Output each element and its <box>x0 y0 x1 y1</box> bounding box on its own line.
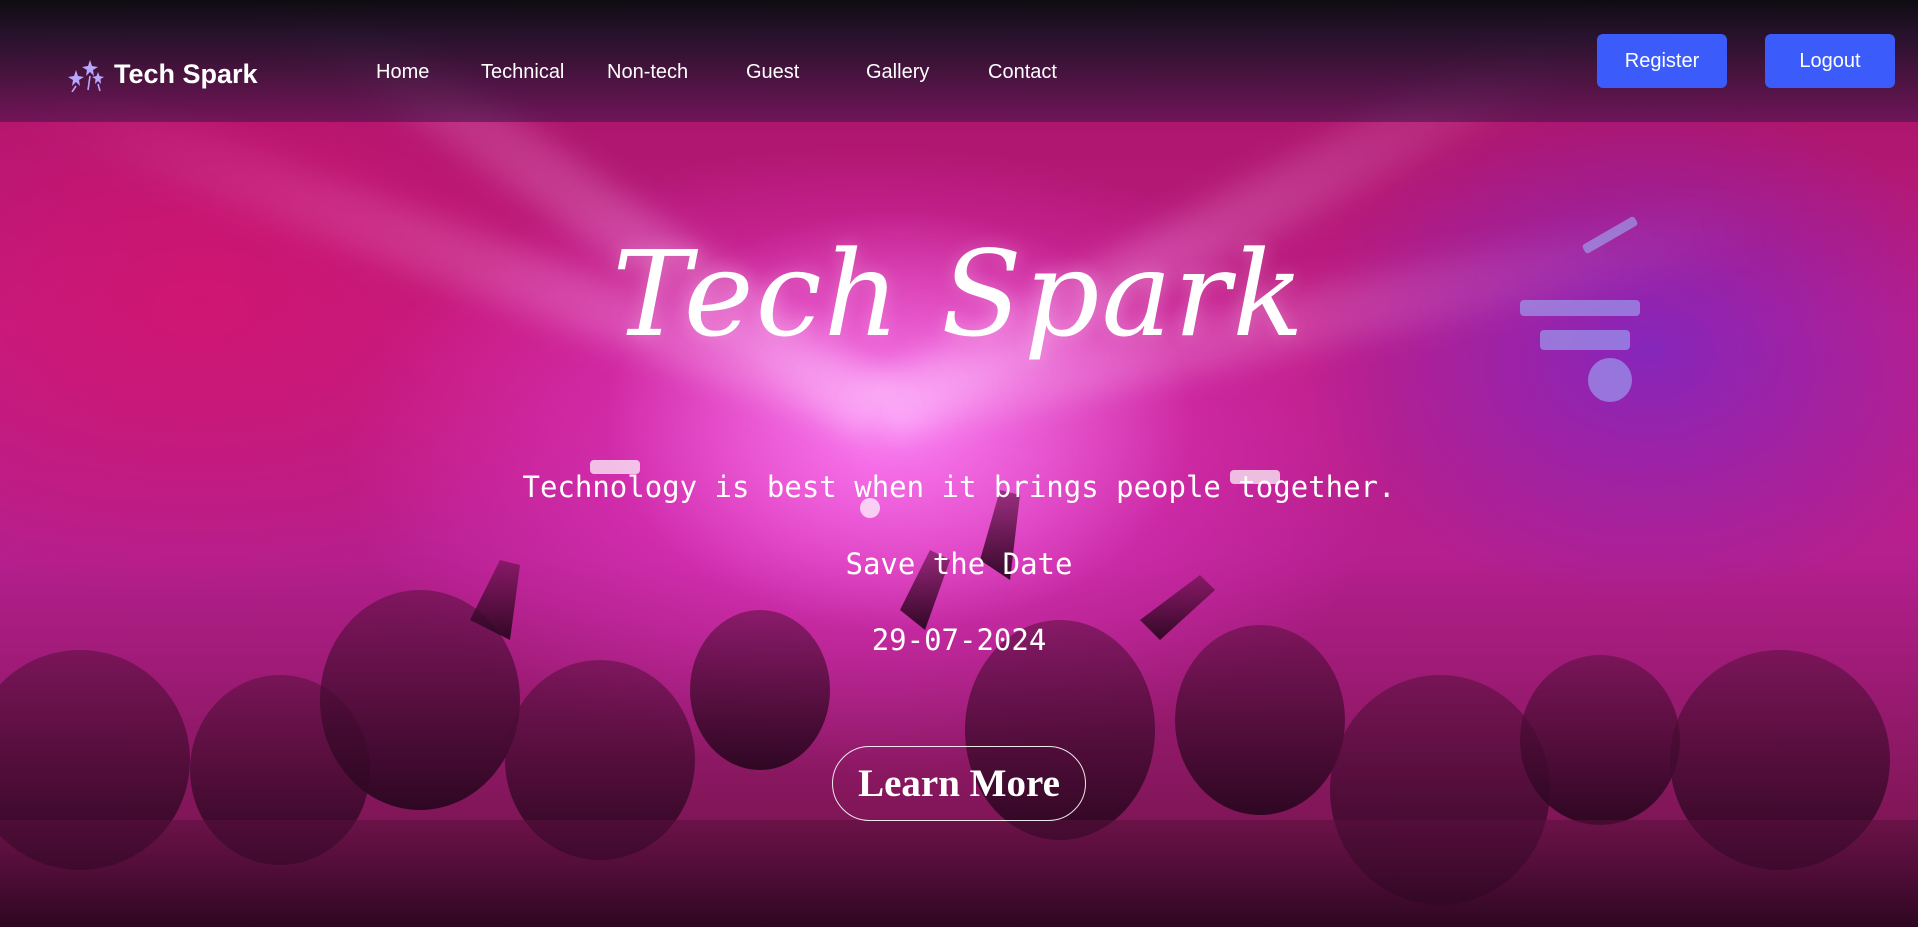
event-date: 29-07-2024 <box>871 623 1047 657</box>
top-navbar: Tech Spark Home Technical Non-tech Guest… <box>0 0 1918 122</box>
hero-tagline: Technology is best when it brings people… <box>522 470 1396 504</box>
sparkle-stars-icon <box>68 60 104 92</box>
hero-title: Tech Spark <box>612 225 1306 363</box>
nav-item-gallery[interactable]: Gallery <box>866 61 929 84</box>
save-the-date-label: Save the Date <box>845 547 1073 581</box>
nav-item-contact[interactable]: Contact <box>988 61 1057 84</box>
nav-item-home[interactable]: Home <box>376 61 429 84</box>
nav-item-technical[interactable]: Technical <box>481 61 564 84</box>
nav-item-guest[interactable]: Guest <box>746 61 799 84</box>
logout-button[interactable]: Logout <box>1765 34 1895 88</box>
nav-item-non-tech[interactable]: Non-tech <box>607 61 688 84</box>
learn-more-button[interactable]: Learn More <box>832 746 1086 821</box>
brand-name: Tech Spark <box>114 58 258 89</box>
brand-logo[interactable]: Tech Spark <box>66 56 258 92</box>
register-button[interactable]: Register <box>1597 34 1727 88</box>
